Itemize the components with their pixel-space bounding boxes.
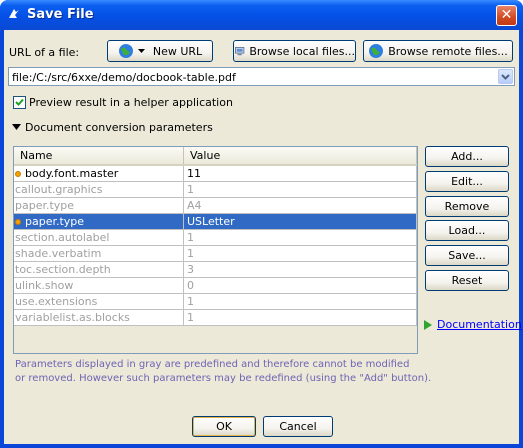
column-header-value[interactable]: Value [184, 147, 417, 164]
cell-value[interactable]: USLetter [184, 214, 417, 230]
parameter-name: paper.type [15, 199, 75, 212]
browse-remote-label: Browse remote files... [388, 44, 508, 58]
new-url-label: New URL [152, 44, 203, 58]
url-dropdown-button[interactable] [498, 69, 513, 84]
help-text-line-1: Parameters displayed in gray are predefi… [15, 359, 410, 370]
globe-icon [369, 44, 384, 58]
window-title: Save File [27, 7, 94, 22]
url-value: file:/C:/src/6xxe/demo/docbook-table.pdf [12, 71, 236, 84]
parameter-name: use.extensions [15, 295, 98, 308]
save-button[interactable]: Save... [425, 245, 509, 266]
parameter-name: paper.type [25, 215, 85, 228]
cell-value[interactable]: 1 [184, 246, 417, 262]
cell-value[interactable]: 1 [184, 230, 417, 246]
cell-name[interactable]: shade.verbatim [14, 246, 184, 262]
cell-name[interactable]: body.font.master [14, 166, 184, 182]
cell-name[interactable]: use.extensions [14, 294, 184, 310]
dropdown-arrow-icon [137, 49, 145, 53]
parameter-name: shade.verbatim [15, 247, 102, 260]
reset-button[interactable]: Reset [425, 270, 509, 291]
preview-label[interactable]: Preview result in a helper application [29, 96, 233, 109]
cell-name[interactable]: callout.graphics [14, 182, 184, 198]
cancel-button[interactable]: Cancel [263, 416, 333, 437]
cell-value[interactable]: 1 [184, 182, 417, 198]
new-url-button[interactable]: New URL [107, 40, 213, 62]
section-title[interactable]: Document conversion parameters [25, 121, 213, 134]
url-label: URL of a file: [9, 46, 80, 59]
parameter-name: callout.graphics [15, 183, 103, 196]
documentation-link[interactable]: Documentation [437, 318, 522, 331]
dialog-body: URL of a file: New URL Browse local file… [4, 30, 522, 444]
title-bar[interactable]: Save File ✕ [0, 0, 523, 30]
browse-local-label: Browse local files... [249, 44, 355, 58]
cell-value[interactable]: 3 [184, 262, 417, 278]
edit-button[interactable]: Edit... [425, 171, 509, 192]
cell-name[interactable]: variablelist.as.blocks [14, 310, 184, 326]
user-parameter-icon [15, 219, 21, 225]
cell-name[interactable]: ulink.show [14, 278, 184, 294]
save-file-dialog: Save File ✕ URL of a file: New URL Brows… [0, 0, 523, 448]
parameters-table[interactable]: Name Value body.font.master 11 callout.gra… [13, 146, 418, 354]
cell-value[interactable]: 11 [184, 166, 417, 182]
close-icon: ✕ [500, 7, 513, 23]
table-header: Name Value [14, 147, 417, 166]
cell-value[interactable]: 0 [184, 278, 417, 294]
column-header-name[interactable]: Name [14, 147, 184, 164]
cell-value[interactable]: 1 [184, 310, 417, 326]
parameter-name: ulink.show [15, 279, 74, 292]
ok-button[interactable]: OK [192, 416, 256, 437]
load-button[interactable]: Load... [425, 220, 509, 241]
cell-name[interactable]: section.autolabel [14, 230, 184, 246]
chevron-down-icon [501, 74, 510, 80]
cell-value[interactable]: A4 [184, 198, 417, 214]
preview-checkbox[interactable] [13, 96, 26, 109]
cell-name[interactable]: paper.type [14, 214, 184, 230]
browse-local-button[interactable]: Browse local files... [233, 40, 356, 62]
cell-name[interactable]: toc.section.depth [14, 262, 184, 278]
parameter-name: body.font.master [25, 167, 119, 180]
parameter-name: section.autolabel [15, 231, 110, 244]
help-text-line-2: or removed. However such parameters may … [15, 373, 432, 384]
add-button[interactable]: Add... [425, 146, 509, 167]
parameter-name: variablelist.as.blocks [15, 311, 130, 324]
close-button[interactable]: ✕ [496, 5, 517, 26]
checkmark-icon [15, 98, 24, 106]
browse-remote-button[interactable]: Browse remote files... [363, 40, 513, 62]
cell-name[interactable]: paper.type [14, 198, 184, 214]
play-arrow-icon [424, 320, 432, 330]
remove-button[interactable]: Remove [425, 196, 509, 217]
computer-icon [235, 47, 245, 56]
expand-toggle-icon[interactable] [12, 124, 21, 130]
url-combo[interactable]: file:/C:/src/6xxe/demo/docbook-table.pdf [8, 67, 515, 86]
window-bottom-border [0, 444, 523, 448]
user-parameter-icon [15, 171, 21, 177]
parameter-name: toc.section.depth [15, 263, 111, 276]
app-icon [9, 9, 19, 18]
cell-value[interactable]: 1 [184, 294, 417, 310]
globe-icon [118, 44, 133, 58]
